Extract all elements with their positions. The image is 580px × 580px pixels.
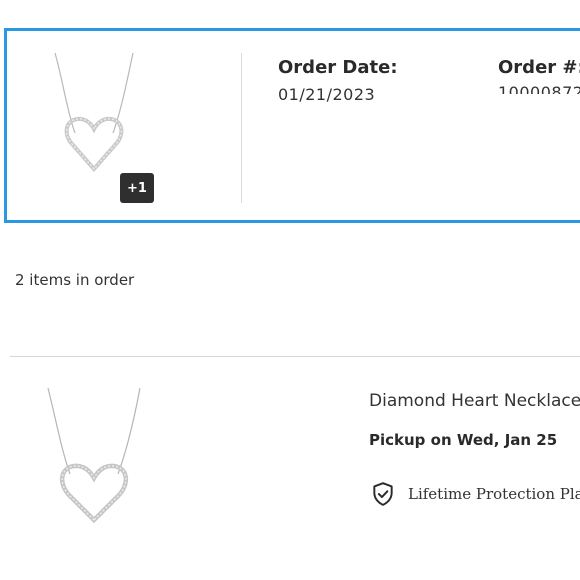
more-items-badge[interactable]: +1 (120, 173, 154, 203)
order-number-label: Order #: (498, 57, 580, 78)
protection-plan-label: Lifetime Protection Plan (408, 485, 580, 503)
item-name[interactable]: Diamond Heart Necklace (369, 391, 580, 411)
shield-check-icon (373, 482, 393, 506)
order-summary-card[interactable]: +1 Order Date: 01/21/2023 Order #: 10000… (4, 28, 580, 223)
vertical-divider (241, 53, 242, 203)
protection-plan[interactable]: Lifetime Protection Plan (370, 481, 580, 507)
order-date-value: 01/21/2023 (278, 85, 376, 104)
heart-necklace-icon (54, 52, 134, 173)
items-count-text: 2 items in order (15, 271, 135, 289)
section-divider (10, 356, 580, 357)
item-image[interactable] (40, 386, 150, 526)
order-date-label: Order Date: (278, 57, 398, 78)
item-pickup-info: Pickup on Wed, Jan 25 (369, 431, 558, 449)
order-number-value: 100008723 (498, 83, 580, 94)
heart-necklace-thumbnail (45, 51, 145, 181)
order-detail-page: +1 Order Date: 01/21/2023 Order #: 10000… (0, 0, 580, 580)
heart-necklace-icon (47, 387, 141, 524)
